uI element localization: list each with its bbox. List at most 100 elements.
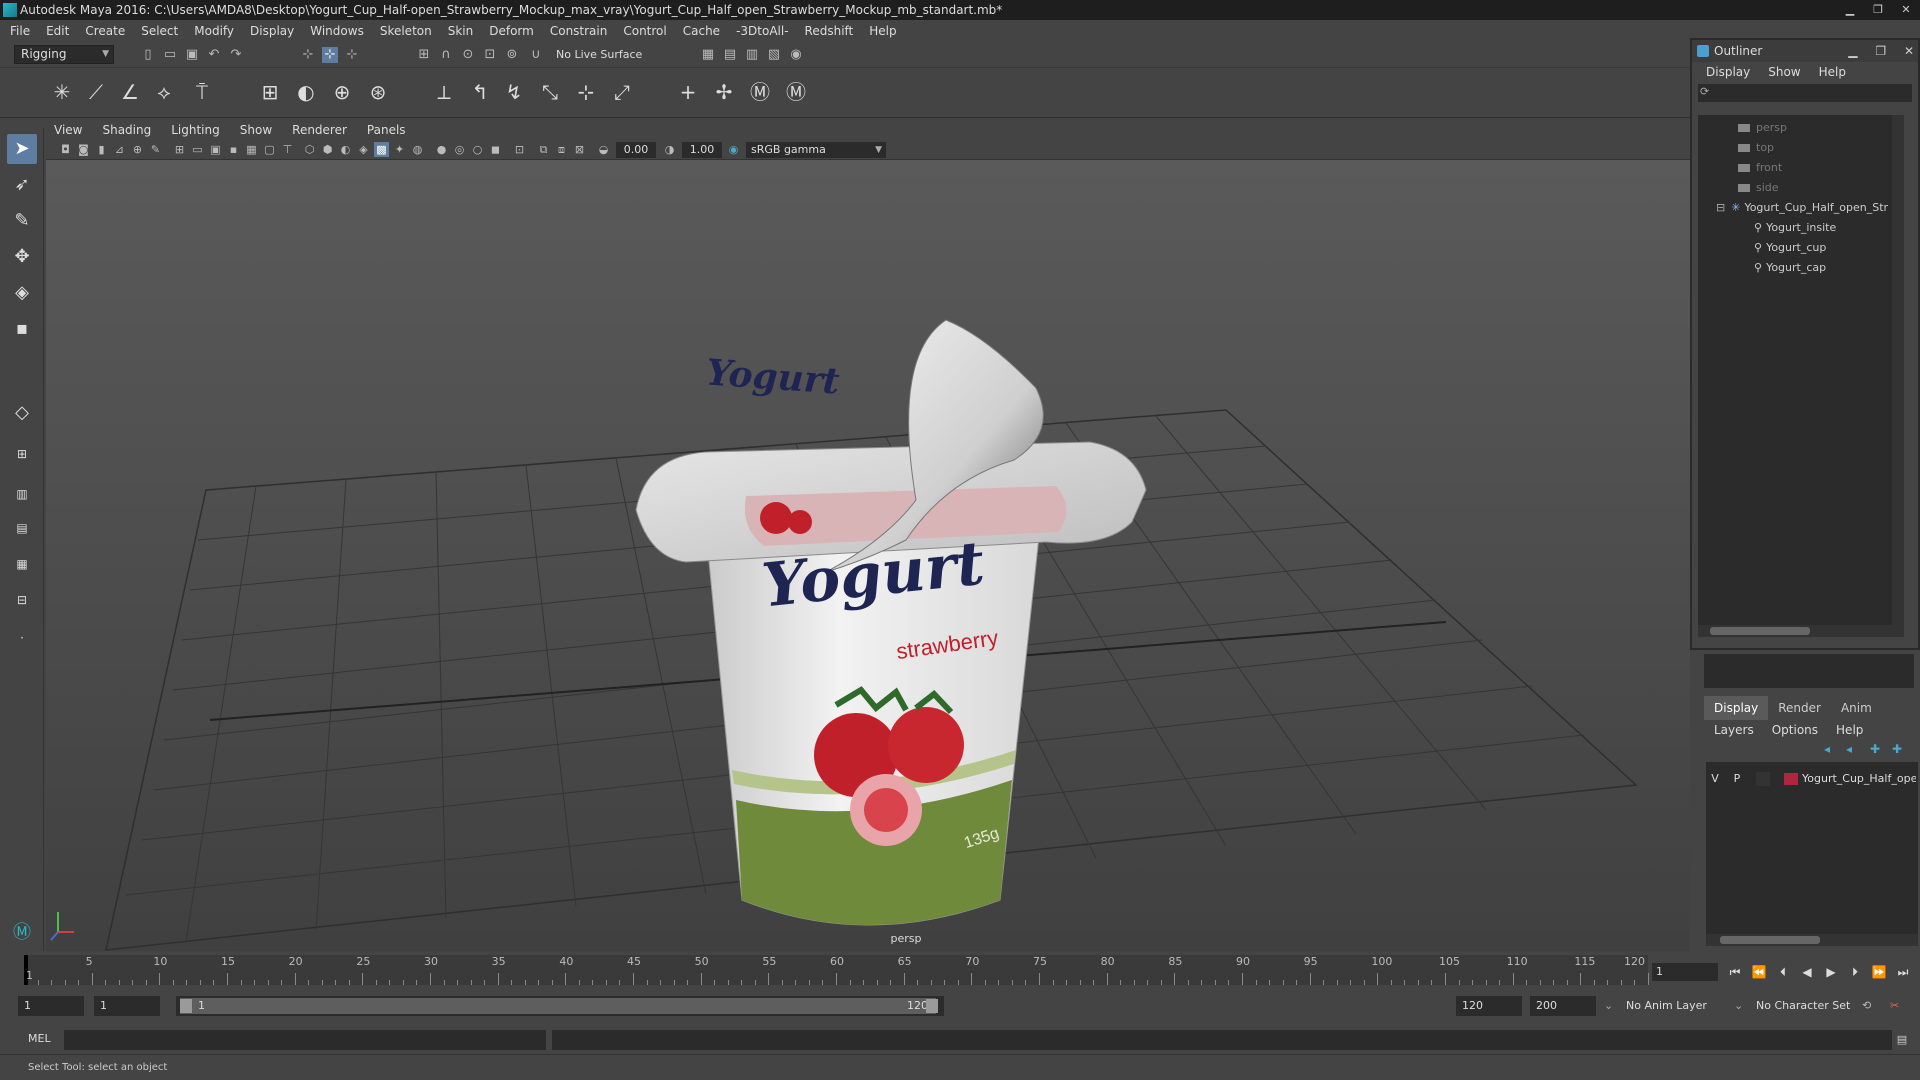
outliner-item-yogurt-cap[interactable]: ⚲ Yogurt_cap: [1754, 259, 1826, 277]
textured-icon[interactable]: ◈: [356, 142, 371, 157]
maya-home-icon[interactable]: Ⓜ: [7, 918, 37, 948]
default-lighting-icon[interactable]: ◐: [338, 142, 353, 157]
layer-visibility-toggle[interactable]: V: [1708, 770, 1722, 788]
outliner-horizontal-scrollbar[interactable]: [1698, 625, 1904, 637]
menu-set-dropdown[interactable]: Rigging ▼: [14, 45, 114, 64]
outliner-menu-show[interactable]: Show: [1768, 65, 1800, 79]
aim-constraint-icon[interactable]: ↰: [466, 78, 494, 106]
step-back-key-icon[interactable]: ⏪: [1750, 963, 1768, 981]
bind-skin-icon[interactable]: ⍑: [188, 78, 216, 106]
new-layer-selected-icon[interactable]: ✚: [1892, 742, 1902, 756]
graph-persp-icon[interactable]: ▦: [7, 554, 37, 574]
backface-icon[interactable]: ⊠: [572, 142, 587, 157]
layer-horizontal-scrollbar[interactable]: [1706, 934, 1918, 946]
step-forward-frame-icon[interactable]: ⏵: [1846, 963, 1864, 981]
joint-tool-icon[interactable]: ✳: [48, 78, 76, 106]
range-start-handle[interactable]: [180, 999, 192, 1013]
panel-menu-renderer[interactable]: Renderer: [292, 123, 347, 137]
outliner-item-yogurt-insite[interactable]: ⚲ Yogurt_insite: [1754, 219, 1836, 237]
animation-start-field[interactable]: 1: [18, 996, 84, 1016]
menu-edit[interactable]: Edit: [46, 24, 69, 38]
film-gate-icon[interactable]: ▭: [190, 142, 205, 157]
depth-of-field-icon[interactable]: ○: [470, 142, 485, 157]
camera-attr-icon[interactable]: ⊕: [130, 142, 145, 157]
select-hierarchy-icon[interactable]: ⊹: [300, 47, 316, 63]
close-icon[interactable]: ✕: [1892, 0, 1920, 20]
gamma-field[interactable]: 1.00: [682, 142, 722, 158]
tab-anim[interactable]: Anim: [1831, 696, 1882, 720]
grid-toggle-icon[interactable]: ⊞: [172, 142, 187, 157]
scale-tool-icon[interactable]: ▪: [7, 314, 37, 344]
menu-deform[interactable]: Deform: [489, 24, 534, 38]
panel-menu-view[interactable]: View: [54, 123, 82, 137]
smooth-shade-icon[interactable]: ⬢: [320, 142, 335, 157]
range-slider[interactable]: 1 120: [176, 996, 944, 1016]
anim-preferences-icon[interactable]: ✂: [1890, 996, 1899, 1016]
safe-title-icon[interactable]: ⊤: [280, 142, 295, 157]
menu-help[interactable]: Help: [869, 24, 896, 38]
go-to-start-icon[interactable]: ⏮: [1726, 963, 1744, 981]
multisample-icon[interactable]: ◎: [452, 142, 467, 157]
move-tool-icon[interactable]: ✥: [7, 242, 37, 272]
render-view-icon[interactable]: ▦: [700, 47, 716, 63]
menu-modify[interactable]: Modify: [194, 24, 234, 38]
grease-pencil-icon[interactable]: ✎: [148, 142, 163, 157]
menu-control[interactable]: Control: [623, 24, 666, 38]
panel-menu-shading[interactable]: Shading: [102, 123, 151, 137]
wrap-icon[interactable]: ⊕: [328, 78, 356, 106]
menu-select[interactable]: Select: [141, 24, 178, 38]
safe-action-icon[interactable]: ▢: [262, 142, 277, 157]
move-layer-up-icon[interactable]: ◂: [1824, 742, 1830, 756]
image-plane-icon[interactable]: ⊿: [112, 142, 127, 157]
time-slider-track[interactable]: 1 5 10 15 20 25 30 35 40 45 50 55 60 65 70 75 80 85 90 95 1…: [24, 955, 1649, 985]
isolate-select-icon[interactable]: ⊡: [512, 142, 527, 157]
ik-spline-icon[interactable]: ∠: [116, 78, 144, 106]
magnet-icon[interactable]: ∪: [528, 47, 544, 63]
undo-icon[interactable]: ↶: [206, 47, 222, 63]
menu-redshift[interactable]: Redshift: [805, 24, 854, 38]
layer-display-type[interactable]: [1756, 772, 1770, 786]
play-backward-icon[interactable]: ◀: [1798, 963, 1816, 981]
new-scene-icon[interactable]: ▯: [140, 47, 156, 63]
render-settings-icon[interactable]: ▧: [766, 47, 782, 63]
maximize-icon[interactable]: ❐: [1875, 44, 1886, 58]
menu-skin[interactable]: Skin: [448, 24, 474, 38]
menu-create[interactable]: Create: [85, 24, 125, 38]
layout-a-icon[interactable]: ⊟: [7, 590, 37, 610]
insert-joint-icon[interactable]: ⟡: [150, 78, 178, 106]
chevron-down-icon[interactable]: ⌄: [1734, 996, 1743, 1016]
menu-windows[interactable]: Windows: [310, 24, 364, 38]
layout-b-icon[interactable]: ·: [7, 628, 37, 648]
motion-blur-icon[interactable]: ●: [434, 142, 449, 157]
live-surface-field[interactable]: No Live Surface: [552, 45, 652, 64]
color-management-icon[interactable]: ◉: [726, 142, 741, 157]
wire-icon[interactable]: ⊛: [364, 78, 392, 106]
open-scene-icon[interactable]: ▭: [162, 47, 178, 63]
point-constraint-icon[interactable]: ⟂: [430, 78, 458, 106]
command-language-label[interactable]: MEL: [28, 1030, 51, 1048]
scale-constraint-icon[interactable]: ⤡: [536, 78, 564, 106]
ambient-occlusion-icon[interactable]: ◍: [410, 142, 425, 157]
snap-view-icon[interactable]: ⊡: [482, 47, 498, 63]
snap-surface-icon[interactable]: ⊚: [504, 47, 520, 63]
minimize-icon[interactable]: ▁: [1836, 0, 1864, 20]
layer-menu-options[interactable]: Options: [1772, 723, 1818, 737]
single-view-icon[interactable]: ◇: [7, 398, 37, 428]
cluster-icon[interactable]: ◐: [292, 78, 320, 106]
range-end-handle[interactable]: [926, 999, 938, 1013]
hik-icon[interactable]: ✢: [710, 78, 738, 106]
playback-start-field[interactable]: 1: [94, 996, 160, 1016]
outliner-persp-icon[interactable]: ▤: [7, 518, 37, 538]
hypershade-icon[interactable]: ◉: [788, 47, 804, 63]
exposure-icon[interactable]: ◒: [596, 142, 611, 157]
exposure-field[interactable]: 0.00: [616, 142, 656, 158]
ipr-render-icon[interactable]: ▥: [744, 47, 760, 63]
go-to-end-icon[interactable]: ⏭: [1894, 963, 1912, 981]
bookmark-icon[interactable]: ▮: [94, 142, 109, 157]
animation-end-field[interactable]: 200: [1530, 996, 1596, 1016]
menu-skeleton[interactable]: Skeleton: [380, 24, 432, 38]
outliner-menu-help[interactable]: Help: [1819, 65, 1846, 79]
tab-render[interactable]: Render: [1768, 696, 1831, 720]
paint-select-icon[interactable]: ✎: [7, 206, 37, 236]
outliner-item-top[interactable]: top: [1738, 139, 1774, 157]
